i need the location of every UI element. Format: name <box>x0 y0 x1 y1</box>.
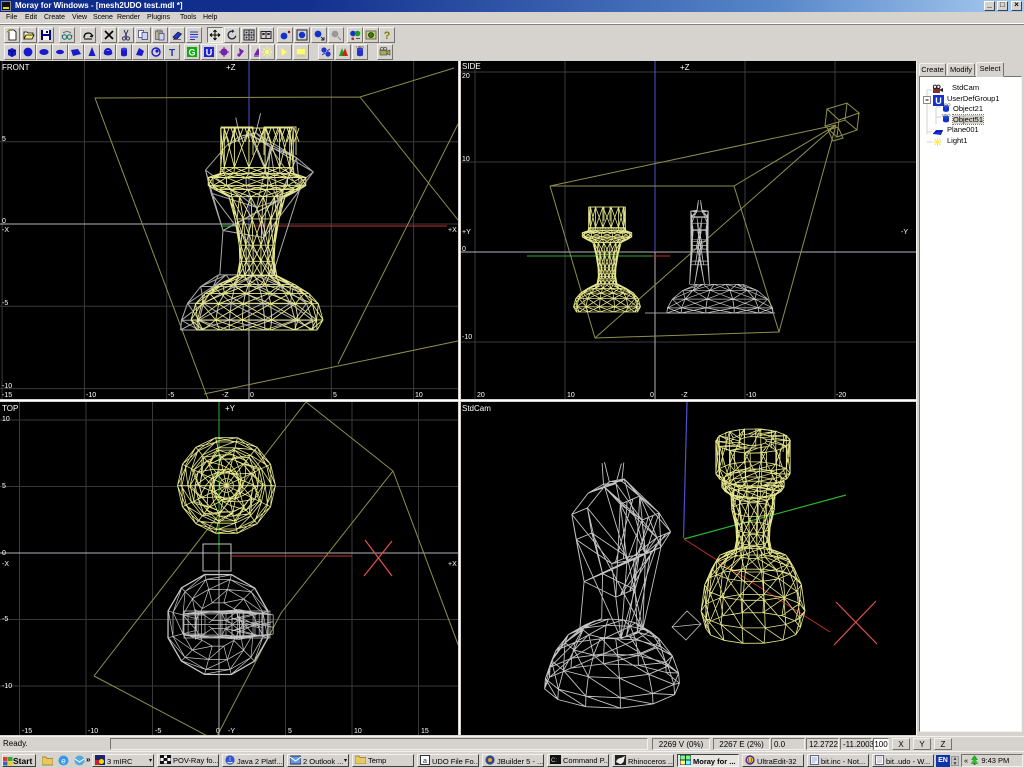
svg-text:T: T <box>169 48 175 58</box>
svg-text:10: 10 <box>415 392 423 399</box>
svg-text:-10: -10 <box>746 392 756 399</box>
svg-text:0: 0 <box>2 550 6 557</box>
svg-text:-Y: -Y <box>228 728 235 735</box>
svg-text:+Z: +Z <box>226 63 236 72</box>
svg-text:G: G <box>188 48 195 58</box>
svg-text:+X: +X <box>448 561 457 568</box>
svg-text:StdCam: StdCam <box>462 404 491 413</box>
svg-text:e: e <box>61 757 66 766</box>
svg-text:10: 10 <box>2 416 10 423</box>
svg-text:+Y: +Y <box>462 229 471 236</box>
svg-text:-Y: -Y <box>901 229 908 236</box>
svg-text:10: 10 <box>462 156 470 163</box>
svg-text:0: 0 <box>650 392 654 399</box>
svg-text:?: ? <box>384 30 391 41</box>
svg-text:U: U <box>748 759 752 765</box>
svg-text:-15: -15 <box>2 392 12 399</box>
svg-text:-10: -10 <box>2 683 12 690</box>
svg-text:10: 10 <box>354 728 362 735</box>
svg-text:-10: -10 <box>88 728 98 735</box>
svg-text:0: 0 <box>2 218 6 225</box>
svg-text:-Z: -Z <box>222 392 229 399</box>
svg-text:0: 0 <box>462 246 466 253</box>
svg-text:FRONT: FRONT <box>2 63 30 72</box>
svg-text:UDO: UDO <box>356 46 364 50</box>
svg-text:0: 0 <box>216 728 220 735</box>
svg-text:SIDE: SIDE <box>462 62 481 71</box>
svg-text:5: 5 <box>2 136 6 143</box>
svg-text:-X: -X <box>2 227 9 234</box>
svg-text:-5: -5 <box>2 300 8 307</box>
svg-text:-5: -5 <box>2 616 8 623</box>
svg-text:5: 5 <box>288 728 292 735</box>
svg-text:-5: -5 <box>155 728 161 735</box>
svg-text:+Z: +Z <box>680 63 690 72</box>
svg-text:U: U <box>206 48 213 58</box>
svg-text:15: 15 <box>421 728 429 735</box>
svg-text:TOP: TOP <box>2 404 18 413</box>
svg-text:5: 5 <box>2 483 6 490</box>
svg-text:10: 10 <box>567 392 575 399</box>
svg-text:-Z: -Z <box>681 392 688 399</box>
svg-text:+X: +X <box>448 227 457 234</box>
svg-text:-20: -20 <box>836 392 846 399</box>
svg-text:C:: C: <box>551 758 557 764</box>
svg-text:20: 20 <box>477 392 485 399</box>
svg-text:-10: -10 <box>2 383 12 390</box>
svg-text:+Y: +Y <box>225 404 236 413</box>
svg-text:-15: -15 <box>22 728 32 735</box>
svg-text:0: 0 <box>250 392 254 399</box>
svg-text:a: a <box>423 758 427 765</box>
svg-text:-X: -X <box>2 561 9 568</box>
svg-text:20: 20 <box>462 73 470 80</box>
svg-text:5: 5 <box>333 392 337 399</box>
svg-text:-10: -10 <box>86 392 96 399</box>
svg-text:-10: -10 <box>462 334 472 341</box>
svg-text:-5: -5 <box>168 392 174 399</box>
